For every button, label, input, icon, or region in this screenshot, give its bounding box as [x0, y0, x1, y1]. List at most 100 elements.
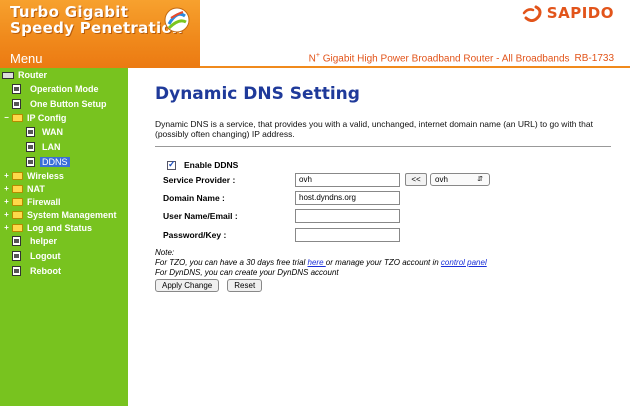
- section-divider: [155, 146, 611, 147]
- copy-provider-button[interactable]: <<: [405, 173, 427, 186]
- menu-label[interactable]: Menu: [10, 51, 43, 66]
- provider-select-value: ovh: [435, 175, 448, 184]
- note-tzo-text2: or manage your TZO account in: [325, 258, 441, 267]
- header-divider: [200, 66, 630, 68]
- note: Note: For TZO, you can have a 30 days fr…: [155, 248, 487, 278]
- sidebar: Router Operation Mode One Button Setup −…: [0, 68, 128, 406]
- page-icon: [26, 127, 35, 137]
- sidebar-item-label: NAT: [27, 184, 45, 194]
- folder-open-icon: [12, 114, 23, 122]
- page-description: Dynamic DNS is a service, that provides …: [155, 119, 593, 139]
- folder-icon: [12, 211, 23, 219]
- banner-title-line2: Speedy Penetration: [10, 19, 184, 37]
- sidebar-item-nat[interactable]: + NAT: [3, 184, 45, 194]
- sidebar-item-lan[interactable]: LAN: [26, 142, 61, 152]
- provider-select[interactable]: ovh ⇵: [430, 173, 490, 186]
- note-tzo-line: For TZO, you can have a 30 days free tri…: [155, 258, 487, 268]
- tagline-text: Gigabit High Power Broadband Router - Al…: [322, 53, 570, 65]
- expand-icon[interactable]: +: [3, 197, 10, 206]
- page-icon: [26, 142, 35, 152]
- folder-icon: [12, 198, 23, 206]
- domain-name-label: Domain Name :: [163, 193, 225, 203]
- expand-icon[interactable]: +: [3, 223, 10, 232]
- page-icon: [12, 84, 21, 94]
- expand-icon[interactable]: +: [3, 184, 10, 193]
- sapido-s-mark-icon: [522, 5, 542, 22]
- action-buttons: Apply Change Reset: [155, 279, 270, 292]
- sidebar-item-firewall[interactable]: + Firewall: [3, 197, 61, 207]
- enable-ddns-checkbox[interactable]: [167, 159, 176, 170]
- sidebar-item-ddns[interactable]: DDNS: [26, 157, 70, 167]
- computer-icon: [2, 71, 14, 79]
- sidebar-item-label: LAN: [42, 142, 61, 152]
- sidebar-item-label: Reboot: [30, 266, 61, 276]
- sidebar-item-logout[interactable]: Logout: [12, 251, 61, 261]
- page-icon: [26, 157, 35, 167]
- sidebar-item-wireless[interactable]: + Wireless: [3, 171, 64, 181]
- swirl-logo-icon: [164, 7, 190, 33]
- service-provider-label: Service Provider :: [163, 175, 236, 185]
- sidebar-item-label: Firewall: [27, 197, 61, 207]
- password-field[interactable]: [295, 228, 400, 242]
- service-provider-field[interactable]: ovh: [295, 173, 400, 187]
- main-content: Dynamic DNS Setting Dynamic DNS is a ser…: [155, 84, 615, 292]
- page-icon: [12, 99, 21, 109]
- sidebar-item-label: Wireless: [27, 171, 64, 181]
- user-name-label: User Name/Email :: [163, 211, 238, 221]
- sidebar-item-label: helper: [30, 236, 58, 246]
- router-admin-page: Turbo Gigabit Speedy Penetration Menu SA…: [0, 0, 630, 406]
- enable-ddns-row: Enable DDNS: [167, 159, 239, 170]
- sidebar-item-label: Log and Status: [27, 223, 92, 233]
- brand-logo: SAPIDO: [522, 4, 614, 22]
- model-number: RB-1733: [574, 53, 614, 65]
- user-row: User Name/Email :: [163, 211, 238, 221]
- note-tzo-text1: For TZO, you can have a 30 days free tri…: [155, 258, 308, 267]
- sidebar-item-wan[interactable]: WAN: [26, 127, 63, 137]
- folder-icon: [12, 172, 23, 180]
- note-title: Note:: [155, 248, 175, 257]
- brand-name: SAPIDO: [546, 4, 614, 22]
- folder-icon: [12, 224, 23, 232]
- sidebar-item-label: Operation Mode: [30, 84, 99, 94]
- service-provider-row: Service Provider :: [163, 175, 235, 185]
- tree-root-label: Router: [18, 70, 47, 80]
- expand-icon[interactable]: +: [3, 171, 10, 180]
- sidebar-item-ip-config[interactable]: − IP Config: [3, 113, 66, 123]
- domain-row: Domain Name :: [163, 193, 225, 203]
- page-icon: [12, 251, 21, 261]
- banner: Turbo Gigabit Speedy Penetration Menu: [0, 0, 200, 68]
- sidebar-item-label: WAN: [42, 127, 63, 137]
- sidebar-item-label: System Management: [27, 210, 117, 220]
- sidebar-item-reboot[interactable]: Reboot: [12, 266, 61, 276]
- expand-icon[interactable]: +: [3, 210, 10, 219]
- note-dyndns-line: For DynDNS, you can create your DynDNS a…: [155, 268, 339, 277]
- tagline-prefix: N: [308, 53, 316, 65]
- sidebar-item-log-and-status[interactable]: + Log and Status: [3, 223, 92, 233]
- user-name-field[interactable]: [295, 209, 400, 223]
- reset-button[interactable]: Reset: [227, 279, 263, 292]
- sidebar-item-one-button-setup[interactable]: One Button Setup: [12, 99, 107, 109]
- domain-name-field[interactable]: host.dyndns.org: [295, 191, 400, 205]
- sidebar-item-operation-mode[interactable]: Operation Mode: [12, 84, 99, 94]
- apply-change-button[interactable]: Apply Change: [155, 279, 220, 292]
- password-label: Password/Key :: [163, 230, 227, 240]
- folder-icon: [12, 185, 23, 193]
- enable-ddns-label: Enable DDNS: [184, 160, 239, 170]
- sidebar-item-label: DDNS: [40, 157, 70, 167]
- tzo-control-panel-link[interactable]: control panel: [441, 258, 487, 267]
- sidebar-item-label: One Button Setup: [30, 99, 107, 109]
- banner-title: Turbo Gigabit Speedy Penetration: [10, 4, 184, 37]
- tzo-trial-link[interactable]: here: [308, 258, 326, 267]
- sidebar-item-label: Logout: [30, 251, 61, 261]
- sidebar-item-label: IP Config: [27, 113, 67, 123]
- page-icon: [12, 266, 21, 276]
- select-arrows-icon: ⇵: [477, 176, 483, 183]
- password-row: Password/Key :: [163, 230, 226, 240]
- collapse-icon[interactable]: −: [3, 113, 10, 122]
- page-icon: [12, 236, 21, 246]
- product-tagline: N+ Gigabit High Power Broadband Router -…: [309, 52, 614, 64]
- sidebar-item-system-management[interactable]: + System Management: [3, 210, 117, 220]
- tree-root-router[interactable]: Router: [2, 70, 47, 80]
- tagline-sup: +: [315, 52, 320, 59]
- sidebar-item-helper[interactable]: helper: [12, 236, 57, 246]
